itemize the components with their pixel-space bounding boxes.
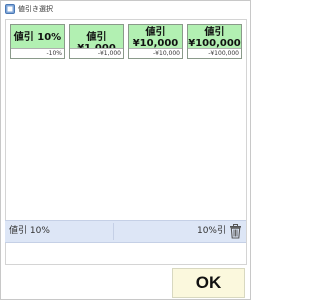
discount-button-sub: -¥10,000 xyxy=(129,48,182,58)
discount-button-10000-yen[interactable]: 値引 ¥10,000 -¥10,000 xyxy=(128,24,183,59)
title-bar: 値引き選択 xyxy=(1,1,250,17)
discount-button-100000-yen[interactable]: 値引 ¥100,000 -¥100,000 xyxy=(187,24,242,59)
discount-button-label: 値引 10% xyxy=(13,32,62,43)
discount-button-label: 値引 xyxy=(145,27,166,38)
ok-button[interactable]: OK xyxy=(172,268,245,298)
discount-button-label: 値引 xyxy=(204,27,225,38)
row-divider xyxy=(113,223,114,240)
selected-discount-row[interactable]: 値引 10% 10%引 xyxy=(5,220,246,243)
window-title: 値引き選択 xyxy=(18,5,53,13)
discount-button-sub: -10% xyxy=(11,48,64,58)
trash-icon[interactable] xyxy=(229,224,242,239)
discount-button-10-percent[interactable]: 値引 10% -10% xyxy=(10,24,65,59)
selected-discount-amount: 10%引 xyxy=(196,226,226,236)
selected-discount-name: 値引 10% xyxy=(9,226,50,236)
discount-button-1000-yen[interactable]: 値引¥1,000 -¥1,000 xyxy=(69,24,124,59)
discount-selection-window: 値引き選択 値引 10% -10% 値引¥1,000 -¥1,000 値引 ¥1… xyxy=(0,0,251,300)
app-icon xyxy=(5,4,15,14)
discount-button-sub: -¥100,000 xyxy=(188,48,241,58)
discount-button-sub: -¥1,000 xyxy=(70,48,123,58)
